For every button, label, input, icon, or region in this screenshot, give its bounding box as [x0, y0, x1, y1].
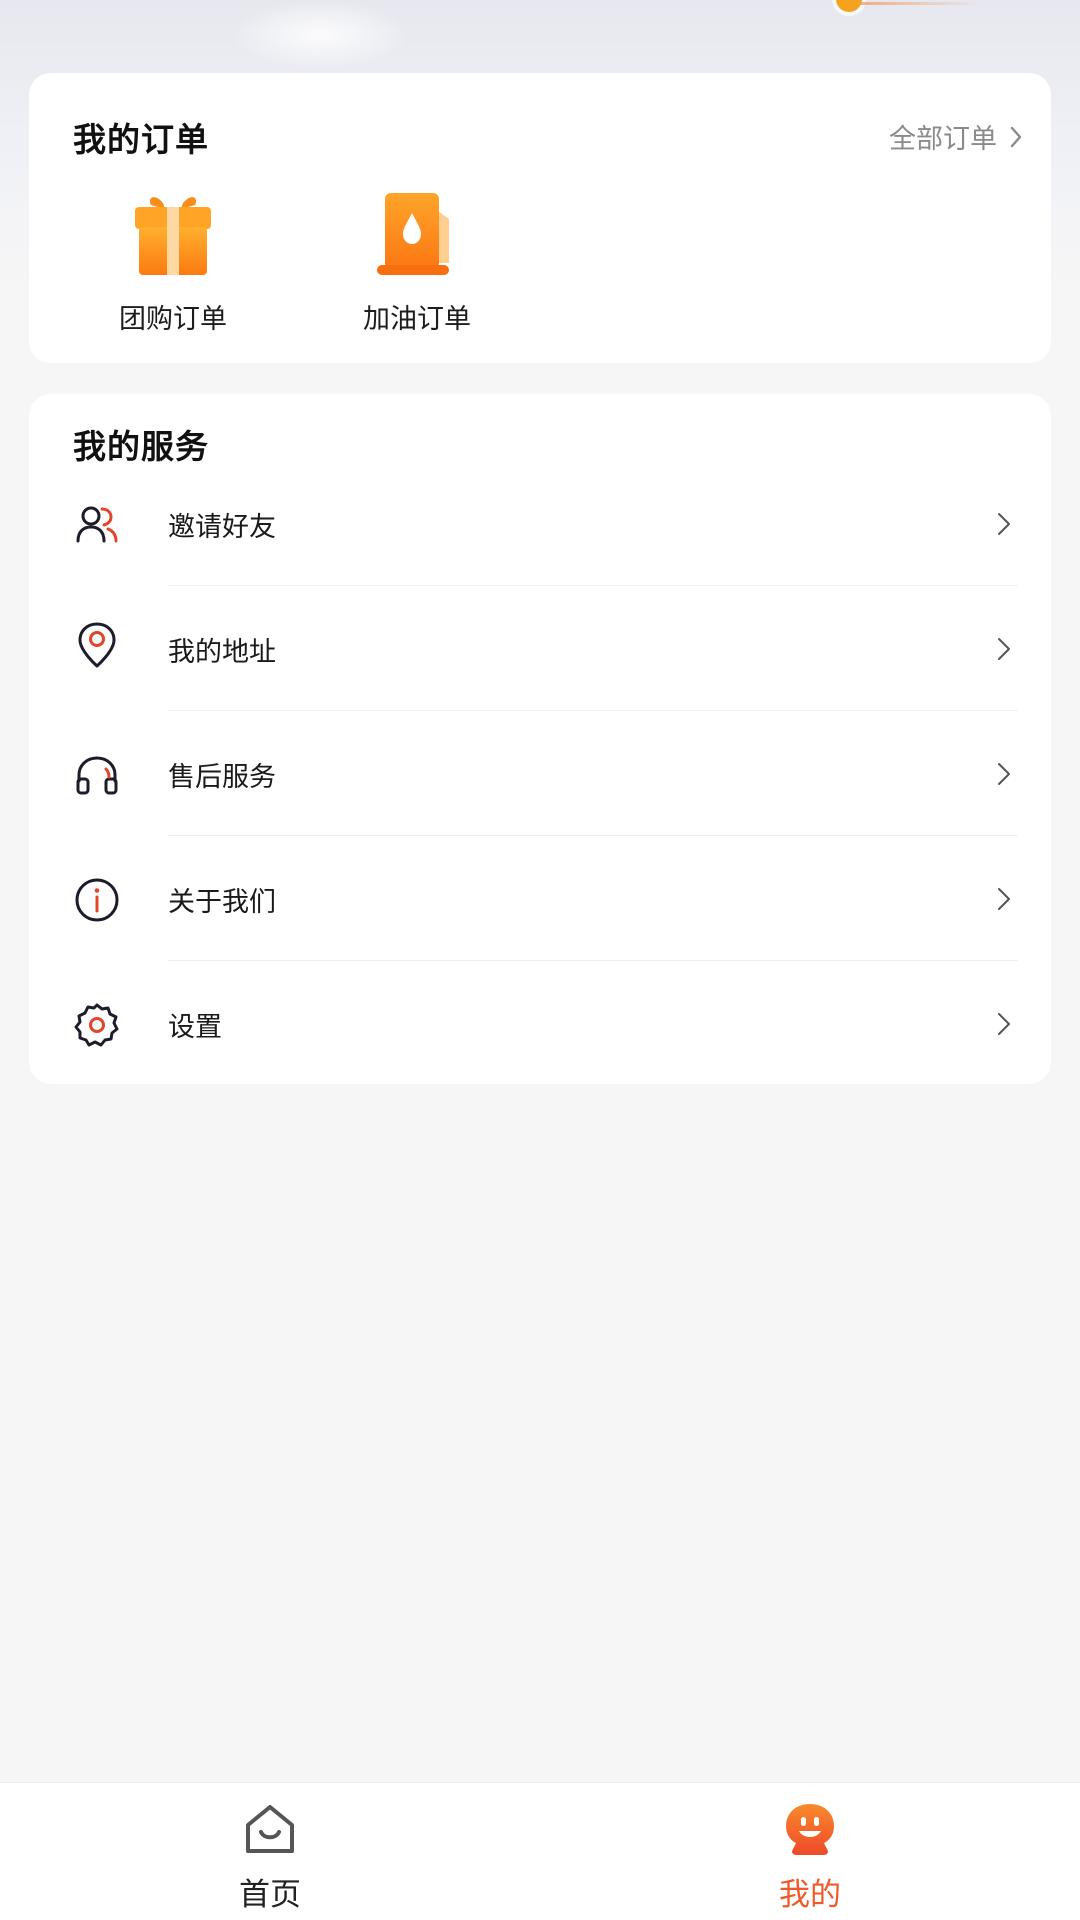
- bottom-tab-bar: 首页 我的: [0, 1782, 1080, 1920]
- chevron-right-icon: [1010, 126, 1022, 147]
- gift-icon: [135, 197, 211, 275]
- tab-home[interactable]: 首页: [190, 1801, 350, 1914]
- profile-face-icon: [786, 1804, 834, 1855]
- service-item-label: 邀请好友: [168, 512, 276, 543]
- orders-title: 我的订单: [73, 120, 209, 159]
- group-buy-orders-button[interactable]: 团购订单: [78, 185, 268, 345]
- chevron-right-icon: [998, 638, 1010, 660]
- fuel-orders-button[interactable]: 加油订单: [322, 185, 512, 345]
- home-icon: [246, 1805, 294, 1853]
- service-item-about-us[interactable]: 关于我们: [29, 836, 1051, 961]
- tab-mine-label: 我的: [779, 1877, 841, 1913]
- fuel-orders-label: 加油订单: [363, 304, 471, 335]
- all-orders-label: 全部订单: [889, 124, 997, 155]
- header-blur-highlight: [230, 0, 410, 70]
- services-card: 我的服务 邀请好友 我的地址 售后服务 关于我们 设置: [29, 394, 1051, 1084]
- headset-icon: [76, 756, 118, 795]
- orders-card: 我的订单 全部订单 团购订单 加油订单: [29, 73, 1051, 363]
- service-item-label: 关于我们: [168, 887, 276, 918]
- service-item-my-address[interactable]: 我的地址: [29, 586, 1051, 711]
- service-item-invite-friends[interactable]: 邀请好友: [29, 461, 1051, 586]
- chevron-right-icon: [998, 763, 1010, 785]
- fuel-pump-icon: [377, 193, 449, 275]
- info-icon: [75, 878, 119, 922]
- gear-icon: [74, 1003, 119, 1047]
- chevron-right-icon: [998, 888, 1010, 910]
- service-item-label: 设置: [168, 1012, 222, 1043]
- chevron-right-icon: [998, 513, 1010, 535]
- group-buy-orders-label: 团购订单: [119, 304, 227, 335]
- service-item-label: 我的地址: [168, 637, 276, 668]
- invite-friends-icon: [76, 506, 118, 543]
- all-orders-link[interactable]: 全部订单: [889, 117, 1027, 156]
- service-item-label: 售后服务: [168, 762, 276, 793]
- profile-page: 我的订单 全部订单 团购订单 加油订单 我的服务 邀请好友 我的地址 售后服务 …: [0, 0, 1080, 1920]
- tab-mine[interactable]: 我的: [730, 1801, 890, 1914]
- header-decoration-line: [860, 2, 980, 5]
- service-item-after-sales[interactable]: 售后服务: [29, 711, 1051, 836]
- location-pin-icon: [78, 622, 116, 668]
- service-item-settings[interactable]: 设置: [29, 961, 1051, 1086]
- chevron-right-icon: [998, 1013, 1010, 1035]
- tab-home-label: 首页: [239, 1877, 301, 1913]
